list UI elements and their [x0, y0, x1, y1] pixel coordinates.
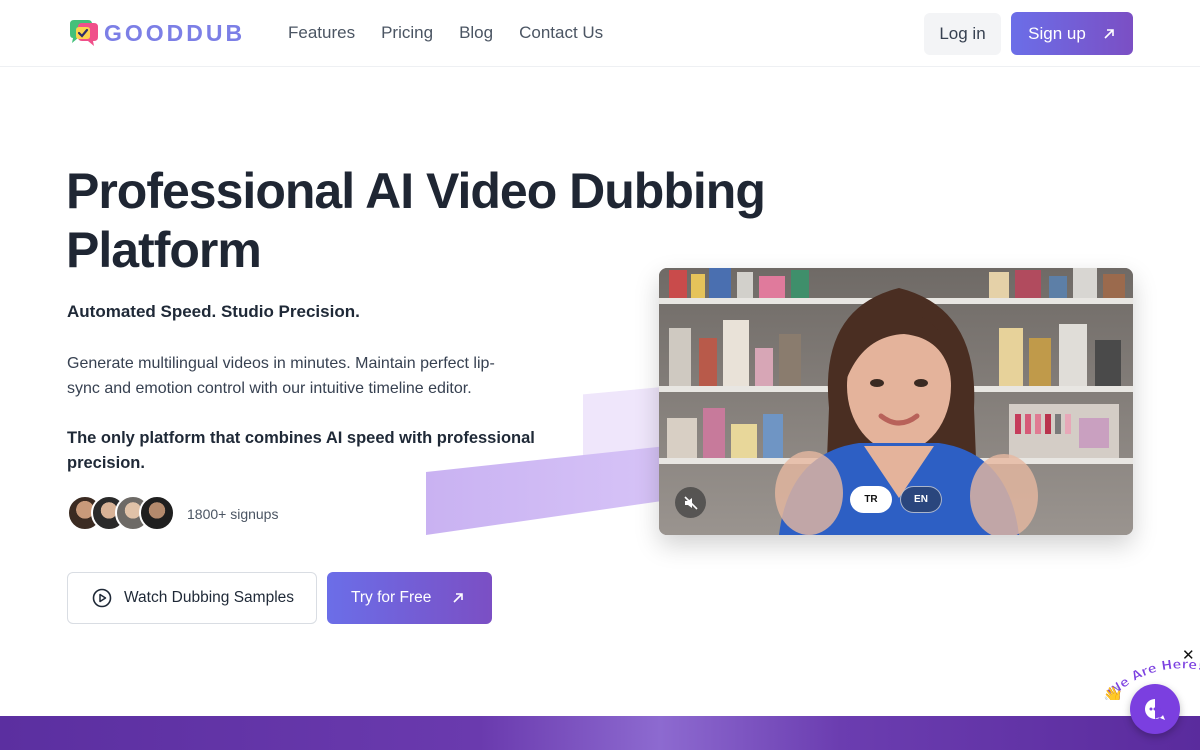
- nav-blog[interactable]: Blog: [459, 23, 493, 43]
- nav-features[interactable]: Features: [288, 23, 355, 43]
- chat-bubble-icon: [1145, 699, 1165, 720]
- language-tr-label: TR: [864, 494, 878, 505]
- nav-contact[interactable]: Contact Us: [519, 23, 603, 43]
- login-button[interactable]: Log in: [924, 13, 1001, 55]
- chat-launcher-button[interactable]: [1130, 684, 1180, 734]
- nav-pricing[interactable]: Pricing: [381, 23, 433, 43]
- site-header: GOODDUB Features Pricing Blog Contact Us…: [0, 0, 1200, 67]
- demo-video[interactable]: TR EN: [659, 268, 1133, 535]
- signup-count: 1800+ signups: [187, 506, 279, 522]
- logo-text: GOODDUB: [104, 19, 246, 46]
- signup-label: Sign up: [1028, 23, 1086, 43]
- section-band: [0, 716, 1200, 750]
- language-en-label: EN: [914, 494, 928, 505]
- watch-samples-button[interactable]: Watch Dubbing Samples: [67, 572, 317, 624]
- language-en-button[interactable]: EN: [900, 486, 942, 513]
- avatar-group: [67, 495, 175, 531]
- arrow-up-right-icon: [1104, 28, 1114, 39]
- login-label: Log in: [939, 24, 986, 43]
- try-free-label: Try for Free: [351, 589, 432, 606]
- main-nav: Features Pricing Blog Contact Us: [288, 23, 629, 43]
- signup-button[interactable]: Sign up: [1011, 12, 1133, 55]
- play-circle-icon: [92, 588, 112, 608]
- arrow-up-right-icon: [453, 593, 464, 603]
- watch-samples-label: Watch Dubbing Samples: [124, 589, 295, 606]
- logo[interactable]: GOODDUB: [66, 18, 245, 48]
- try-free-button[interactable]: Try for Free: [327, 572, 492, 624]
- waving-hand-icon: 👋: [1103, 686, 1123, 700]
- mute-button[interactable]: [675, 487, 706, 518]
- hero-description: Generate multilingual videos in minutes.…: [67, 355, 495, 397]
- hero-tagline: Automated Speed. Studio Precision.: [67, 302, 360, 321]
- video-frame-image: [659, 268, 1133, 535]
- logo-mark-icon: [66, 18, 100, 48]
- hero-title: Professional AI Video Dubbing Platform: [66, 163, 766, 278]
- language-tr-button[interactable]: TR: [850, 486, 892, 513]
- avatar: [139, 495, 175, 531]
- speaker-muted-icon: [683, 495, 698, 510]
